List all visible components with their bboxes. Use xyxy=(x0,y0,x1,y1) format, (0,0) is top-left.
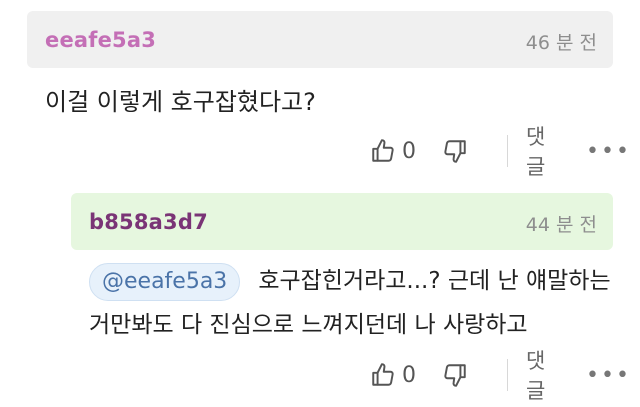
like-button[interactable]: 0 xyxy=(370,131,416,171)
thumbs-down-icon xyxy=(442,362,468,388)
reply-button[interactable]: 댓글 xyxy=(526,349,545,403)
reply-button[interactable]: 댓글 xyxy=(526,125,545,179)
comment-header: eeafe5a3 46 분 전 xyxy=(27,11,613,68)
dislike-button[interactable] xyxy=(442,131,468,171)
comment-text: 이걸 이렇게 호구잡혔다고? xyxy=(45,88,316,116)
mention-tag[interactable]: @eeafe5a3 xyxy=(89,263,241,301)
thumbs-down-icon xyxy=(442,138,468,164)
thumbs-up-icon xyxy=(370,138,396,164)
reply-username[interactable]: b858a3d7 xyxy=(89,210,208,234)
reply-text-line1: 호구잡힌거라고...? 근데 난 얘말하는 xyxy=(258,268,611,294)
like-count: 0 xyxy=(402,138,416,164)
like-button[interactable]: 0 xyxy=(370,355,416,395)
reply-text: @eeafe5a3 호구잡힌거라고...? 근데 난 얘말하는 거만봐도 다 진심… xyxy=(89,259,619,347)
divider xyxy=(507,359,508,391)
more-options-icon[interactable]: ••• xyxy=(586,355,631,395)
thumbs-up-icon xyxy=(370,362,396,388)
divider xyxy=(507,135,508,167)
reply-header: b858a3d7 44 분 전 xyxy=(71,193,613,250)
reply-text-line2: 거만봐도 다 진심으로 느껴지던데 나 사랑하고 xyxy=(89,312,528,338)
comment-timestamp: 46 분 전 xyxy=(525,32,597,54)
reply-timestamp: 44 분 전 xyxy=(525,214,597,236)
more-options-icon[interactable]: ••• xyxy=(586,131,631,171)
dislike-button[interactable] xyxy=(442,355,468,395)
like-count: 0 xyxy=(402,362,416,388)
comment-username[interactable]: eeafe5a3 xyxy=(45,28,156,52)
